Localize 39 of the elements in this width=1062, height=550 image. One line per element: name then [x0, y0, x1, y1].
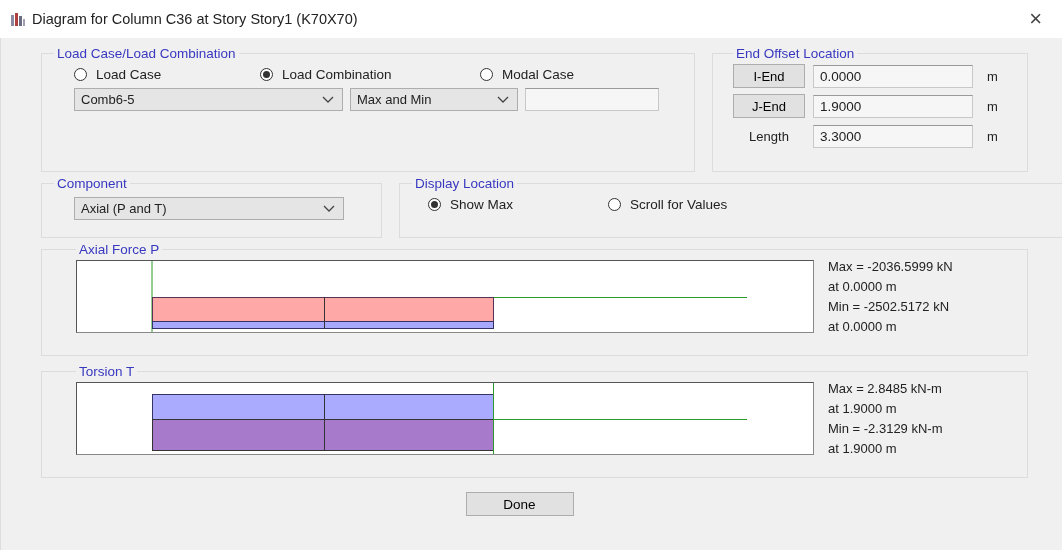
done-button[interactable]: Done: [465, 492, 574, 516]
chevron-down-icon: [322, 95, 334, 104]
offset-field[interactable]: 3.3000: [813, 124, 973, 148]
result-text: at 0.0000 m: [828, 278, 898, 296]
group-title: Display Location: [414, 176, 516, 191]
window-title: Diagram for Column C36 at Story Story1 (K70X70): [32, 11, 359, 27]
result-text: at 1.9000 m: [828, 440, 898, 458]
radio-option[interactable]: Modal Case: [480, 67, 575, 82]
offset-field[interactable]: 0.0000: [813, 64, 973, 88]
chevron-down-icon: [323, 204, 335, 213]
unit-label: m: [987, 98, 998, 114]
unit-label: m: [987, 128, 998, 144]
group-title: Torsion T: [78, 364, 136, 379]
result-text: Min = -2502.5172 kN: [828, 298, 951, 316]
close-button[interactable]: ×: [1019, 8, 1052, 30]
radio-option[interactable]: Load Combination: [260, 67, 480, 82]
end-button[interactable]: I-End: [733, 64, 805, 88]
unit-label: m: [987, 68, 998, 84]
result-text: at 1.9000 m: [828, 400, 898, 418]
input-field[interactable]: [525, 88, 659, 111]
combination-dropdown[interactable]: Comb6-5: [74, 88, 343, 111]
mode-dropdown[interactable]: Max and Min: [350, 88, 518, 111]
group-title: End Offset Location: [735, 46, 856, 61]
group-title: Component: [56, 176, 128, 191]
app-icon: [10, 11, 26, 27]
group-title: Load Case/Load Combination: [56, 46, 237, 61]
radio-option[interactable]: Scroll for Values: [608, 197, 728, 212]
result-text: Max = 2.8485 kN-m: [828, 380, 943, 398]
radio-option[interactable]: Show Max: [428, 197, 608, 212]
result-text: Max = -2036.5999 kN: [828, 258, 953, 276]
result-text: Min = -2.3129 kN-m: [828, 420, 943, 438]
offset-field[interactable]: 1.9000: [813, 94, 973, 118]
chevron-down-icon: [497, 95, 509, 104]
component-dropdown[interactable]: Axial (P and T): [74, 197, 344, 220]
radio-option[interactable]: Load Case: [74, 67, 260, 82]
group-title: Axial Force P: [78, 242, 161, 257]
result-text: at 0.0000 m: [828, 318, 898, 336]
end-button[interactable]: J-End: [733, 94, 805, 118]
field-label: Length: [748, 128, 790, 144]
